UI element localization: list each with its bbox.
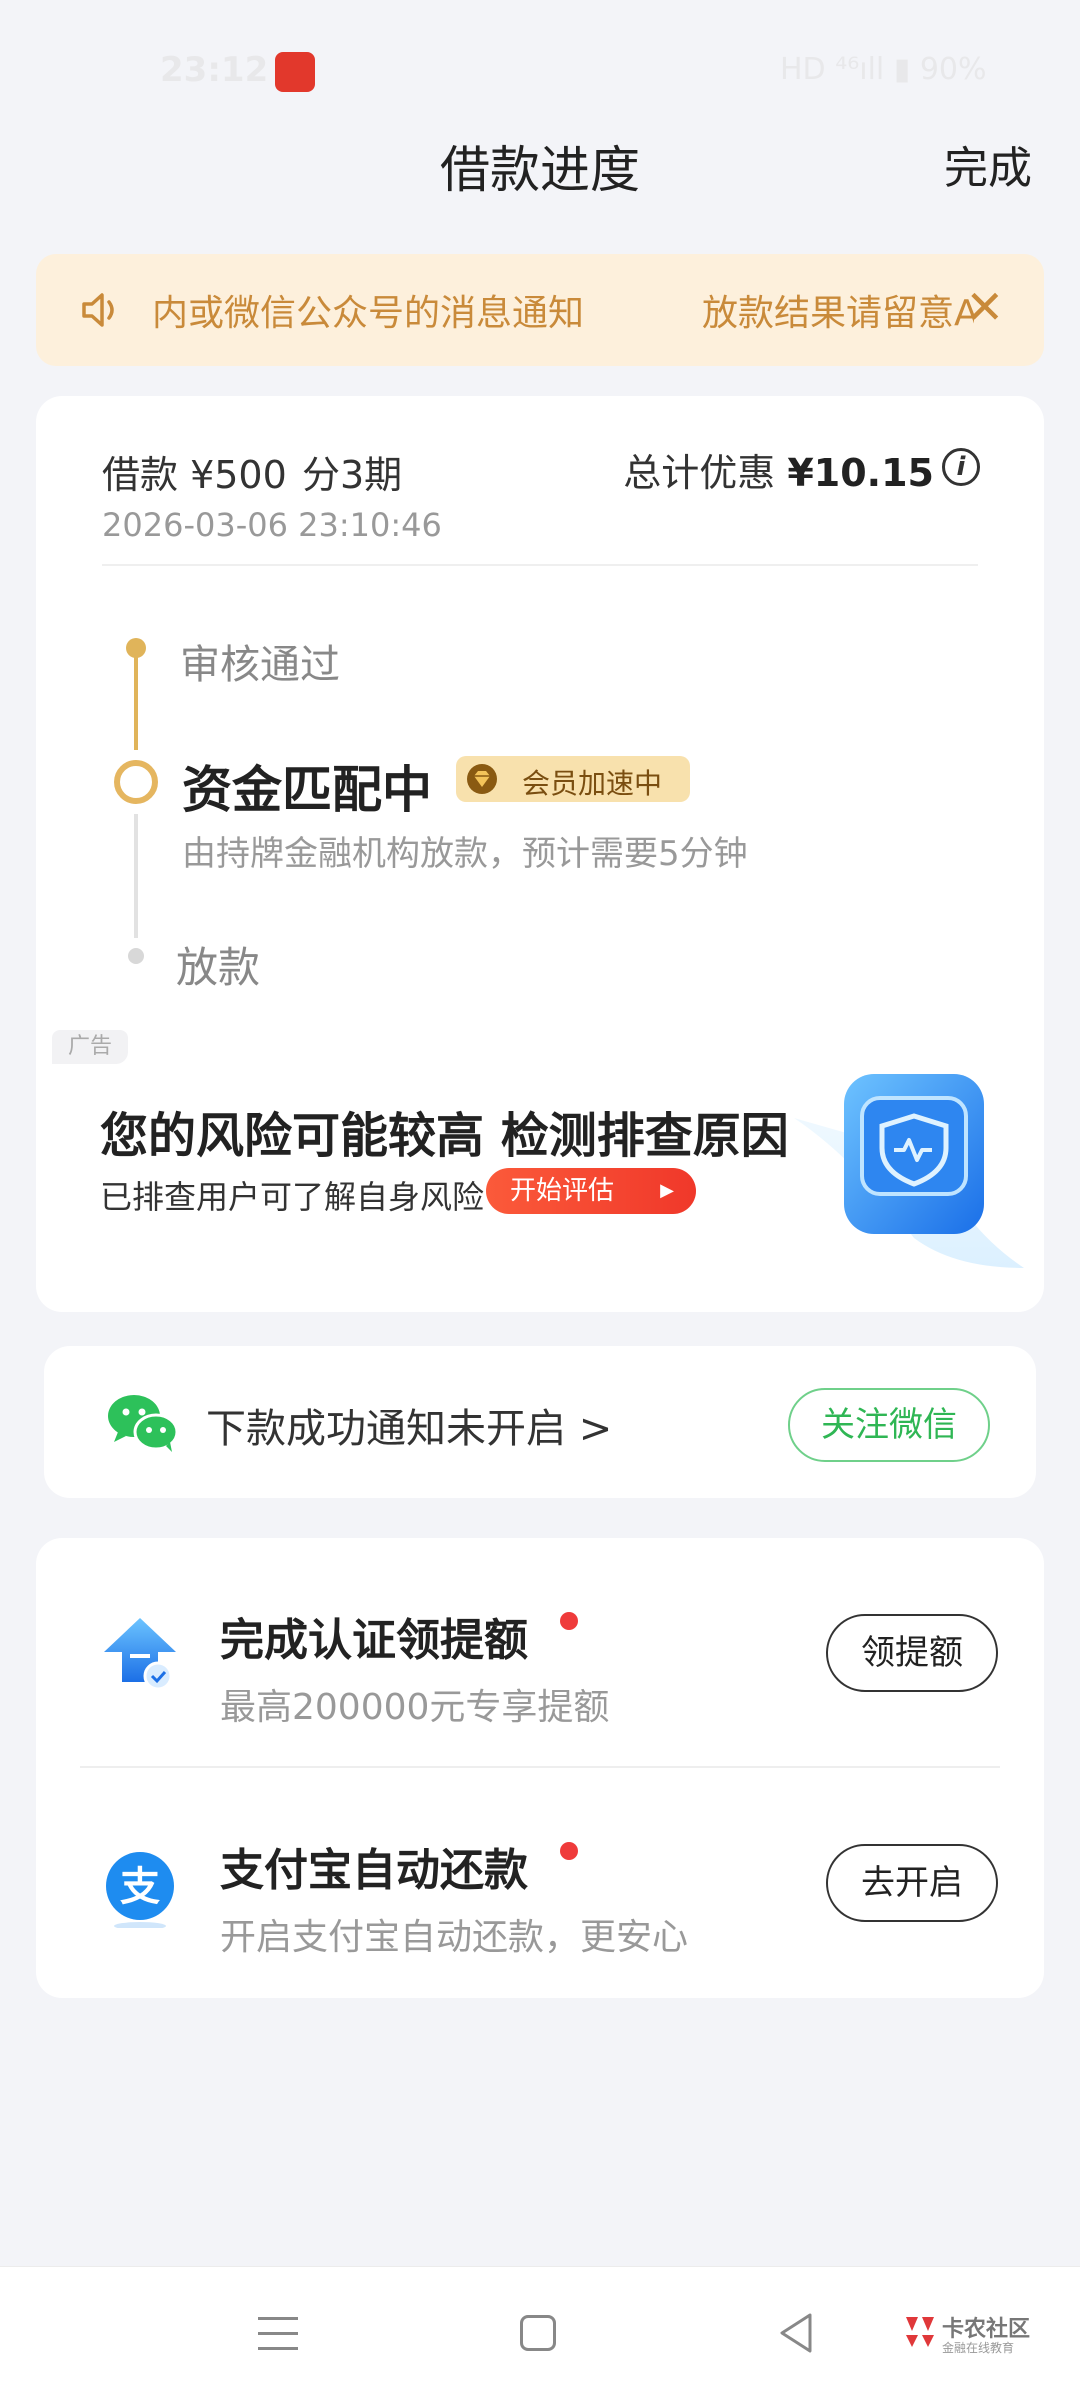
loan-datetime: 2026-03-06 23:10:46 [102,506,442,544]
watermark-logo-icon [906,2317,934,2347]
start-assessment-label: 开始评估 [510,1176,615,1206]
task-title-certify: 完成认证领提额 [220,1615,528,1666]
status-time: 23:12 [160,50,269,90]
alipay-icon: 支 [106,1852,174,1928]
red-dot-badge [560,1842,578,1860]
enable-alipay-button[interactable]: 去开启 [826,1844,998,1922]
task-desc-alipay: 开启支付宝自动还款，更安心 [220,1917,689,1958]
play-arrow-icon: ▶ [660,1180,674,1201]
status-indicators: HD ⁴⁶ıll ▮ 90% [780,52,987,87]
back-icon[interactable] [776,2311,816,2355]
timeline-dot-current [114,760,158,804]
diamond-icon [467,764,497,794]
get-limit-button[interactable]: 领提额 [826,1614,998,1692]
loan-term: 分3期 [302,453,403,497]
upgrade-arrow-icon [104,1618,176,1691]
status-bar: 23:12 HD ⁴⁶ıll ▮ 90% [0,40,1080,100]
app-notification-icon [275,52,315,92]
red-dot-badge [560,1612,578,1630]
step-fund-matching: 资金匹配中 [182,761,432,819]
ad-tag: 广告 [52,1030,128,1064]
step-review-passed: 审核通过 [180,642,340,688]
info-icon[interactable]: i [942,448,980,486]
speaker-icon [82,293,114,327]
vip-badge-label: 会员加速中 [522,767,663,800]
shield-security-icon [794,1074,1024,1268]
loan-progress-card: 借款 ¥500 分3期 总计优惠 ¥10.15 i 2026-03-06 23:… [36,396,1044,1312]
done-button[interactable]: 完成 [944,132,1032,196]
loan-amount: 借款 ¥500 [102,453,287,497]
timeline-dot-pending [128,948,144,964]
timeline-line-pending [134,814,138,938]
system-nav-bar: 卡农社区 金融在线教育 [0,2266,1080,2400]
ad-title[interactable]: 您的风险可能较高 检测排查原因 [100,1096,789,1166]
home-icon[interactable] [520,2315,556,2351]
timeline-dot-done [126,638,146,658]
timeline-line-done [134,654,138,750]
discount-label: 总计优惠 [623,451,788,495]
vip-speedup-badge: 会员加速中 [456,756,690,802]
start-assessment-button[interactable]: 开始评估 ▶ [486,1168,696,1214]
page-title: 借款进度 [440,141,640,199]
step-disbursement: 放款 [176,943,261,992]
total-discount: 总计优惠 ¥10.15 [623,442,934,497]
svg-text:支: 支 [120,1864,160,1910]
wechat-notify-card: 下款成功通知未开启 > 关注微信 [44,1346,1036,1498]
watermark: 卡农社区 金融在线教育 [900,2305,1050,2365]
notice-text-tail: 放款结果请留意A [702,293,974,334]
wechat-notify-text[interactable]: 下款成功通知未开启 > [206,1396,612,1454]
discount-value: ¥10.15 [787,451,934,495]
task-title-alipay: 支付宝自动还款 [220,1845,528,1896]
follow-wechat-button[interactable]: 关注微信 [788,1388,990,1462]
step-fund-matching-desc: 由持牌金融机构放款，预计需要5分钟 [182,834,748,874]
wechat-icon [108,1395,178,1452]
task-desc-certify: 最高200000元专享提额 [220,1687,610,1728]
menu-icon[interactable] [258,2317,298,2351]
ad-subtitle: 已排查用户可了解自身风险 [100,1178,485,1216]
divider [80,1766,1000,1768]
watermark-subtext: 金融在线教育 [942,2341,1015,2355]
notice-text: 内或微信公众号的消息通知 [152,293,585,334]
tasks-card: 完成认证领提额 最高200000元专享提额 领提额 支 支付宝自动还款 开启支付… [36,1538,1044,1998]
notice-banner: 内或微信公众号的消息通知 放款结果请留意A ✕ [36,254,1044,366]
close-icon[interactable]: ✕ [965,284,1004,330]
divider [102,564,978,566]
